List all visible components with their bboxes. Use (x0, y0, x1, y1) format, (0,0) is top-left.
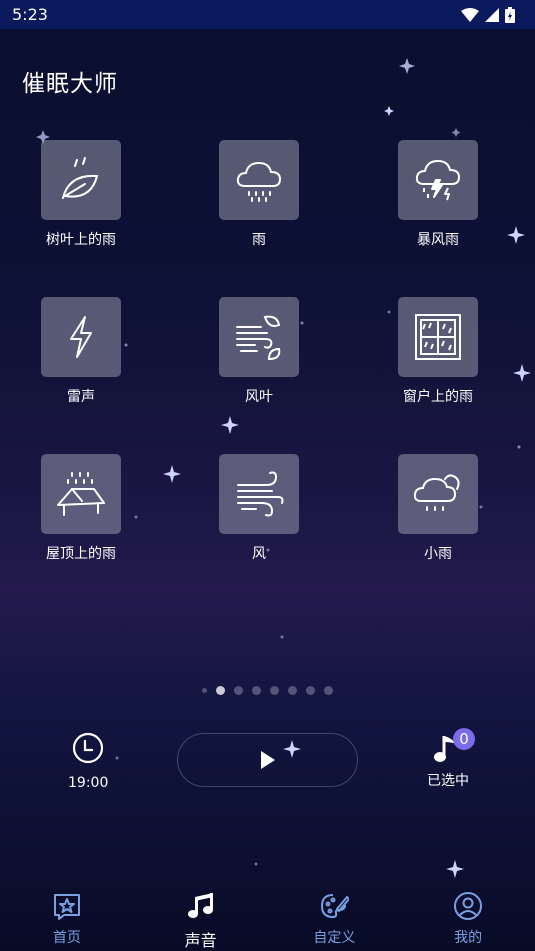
sound-tile-leaf-rain[interactable]: 树叶上的雨 (21, 140, 141, 249)
selected-count-badge: 0 (453, 728, 475, 750)
sound-tile-wind[interactable]: 风 (199, 454, 319, 563)
roof-rain-icon (57, 472, 105, 516)
page-dot[interactable] (288, 686, 297, 695)
sleep-timer[interactable]: 19:00 (68, 732, 108, 791)
sound-tile-thunder[interactable]: 雷声 (21, 297, 141, 406)
tile-label: 暴风雨 (417, 232, 459, 248)
tile-label: 风 (252, 546, 266, 562)
leaf-rain-icon (62, 157, 99, 199)
sound-tile-rain[interactable]: 雨 (199, 140, 319, 249)
sound-tile-rainy-window[interactable]: 窗户上的雨 (378, 297, 498, 406)
page-dot[interactable] (202, 688, 207, 693)
nav-item-home[interactable]: 首页 (0, 885, 134, 951)
sound-tile-roof-rain[interactable]: 屋顶上的雨 (21, 454, 141, 563)
nav-item-custom[interactable]: 自定义 (268, 885, 402, 951)
music-notes-icon (187, 893, 213, 918)
wifi-icon (461, 7, 479, 22)
tile-icon-box (398, 454, 478, 534)
status-bar: 5:23 (0, 0, 535, 29)
status-time: 5:23 (12, 5, 48, 24)
rain-cloud-icon (236, 161, 282, 202)
nav-label-custom: 自定义 (313, 930, 356, 946)
sound-tile-light-rain[interactable]: 小雨 (378, 454, 498, 563)
timer-value: 19:00 (68, 775, 109, 791)
rainy-window-icon (415, 314, 461, 360)
nav-item-profile[interactable]: 我的 (401, 885, 535, 951)
clock-icon (72, 732, 104, 764)
tile-label: 小雨 (424, 546, 452, 562)
page-dot-active[interactable] (216, 686, 225, 695)
battery-icon (505, 6, 515, 23)
nav-label-home: 首页 (52, 930, 81, 946)
sound-tile-wind-leaves[interactable]: 风叶 (199, 297, 319, 406)
tile-label: 雨 (252, 232, 266, 248)
page-dot[interactable] (324, 686, 333, 695)
bottom-nav: 首页 声音 自定义 我的 (0, 885, 535, 951)
tile-label: 树叶上的雨 (46, 232, 116, 248)
page-dot[interactable] (270, 686, 279, 695)
page-dot[interactable] (306, 686, 315, 695)
tile-icon-box (398, 297, 478, 377)
cell-signal-icon (485, 7, 499, 22)
storm-cloud-icon (415, 160, 460, 201)
light-rain-icon (413, 474, 460, 511)
tile-icon-box (219, 454, 299, 534)
wind-icon (237, 471, 284, 517)
sound-tile-storm[interactable]: 暴风雨 (378, 140, 498, 249)
app-title: 催眠大师 (22, 71, 118, 97)
tile-icon-box (41, 454, 121, 534)
tile-icon-box (41, 297, 121, 377)
tile-label: 雷声 (67, 389, 95, 405)
page-dot[interactable] (234, 686, 243, 695)
tile-icon-box (398, 140, 478, 220)
page-dot[interactable] (252, 686, 261, 695)
tile-icon-box (219, 140, 299, 220)
nav-label-sounds: 声音 (184, 931, 217, 950)
nav-item-sounds[interactable]: 声音 (134, 885, 268, 951)
play-button[interactable] (177, 733, 358, 787)
palette-edit-icon (321, 894, 351, 918)
tile-icon-box (41, 140, 121, 220)
nav-label-profile: 我的 (454, 930, 483, 946)
home-star-icon (53, 894, 80, 920)
lightning-icon (70, 316, 92, 358)
tile-label: 窗户上的雨 (403, 389, 473, 405)
page-indicator (0, 686, 535, 695)
user-icon (454, 892, 483, 920)
selected-label: 已选中 (427, 773, 469, 789)
wind-leaves-icon (236, 315, 281, 361)
tile-label: 风叶 (245, 389, 273, 405)
selected-sounds[interactable]: 0 已选中 (420, 728, 476, 790)
status-icons (461, 6, 515, 23)
play-icon (260, 751, 275, 769)
tile-icon-box (219, 297, 299, 377)
tile-label: 屋顶上的雨 (46, 546, 116, 562)
